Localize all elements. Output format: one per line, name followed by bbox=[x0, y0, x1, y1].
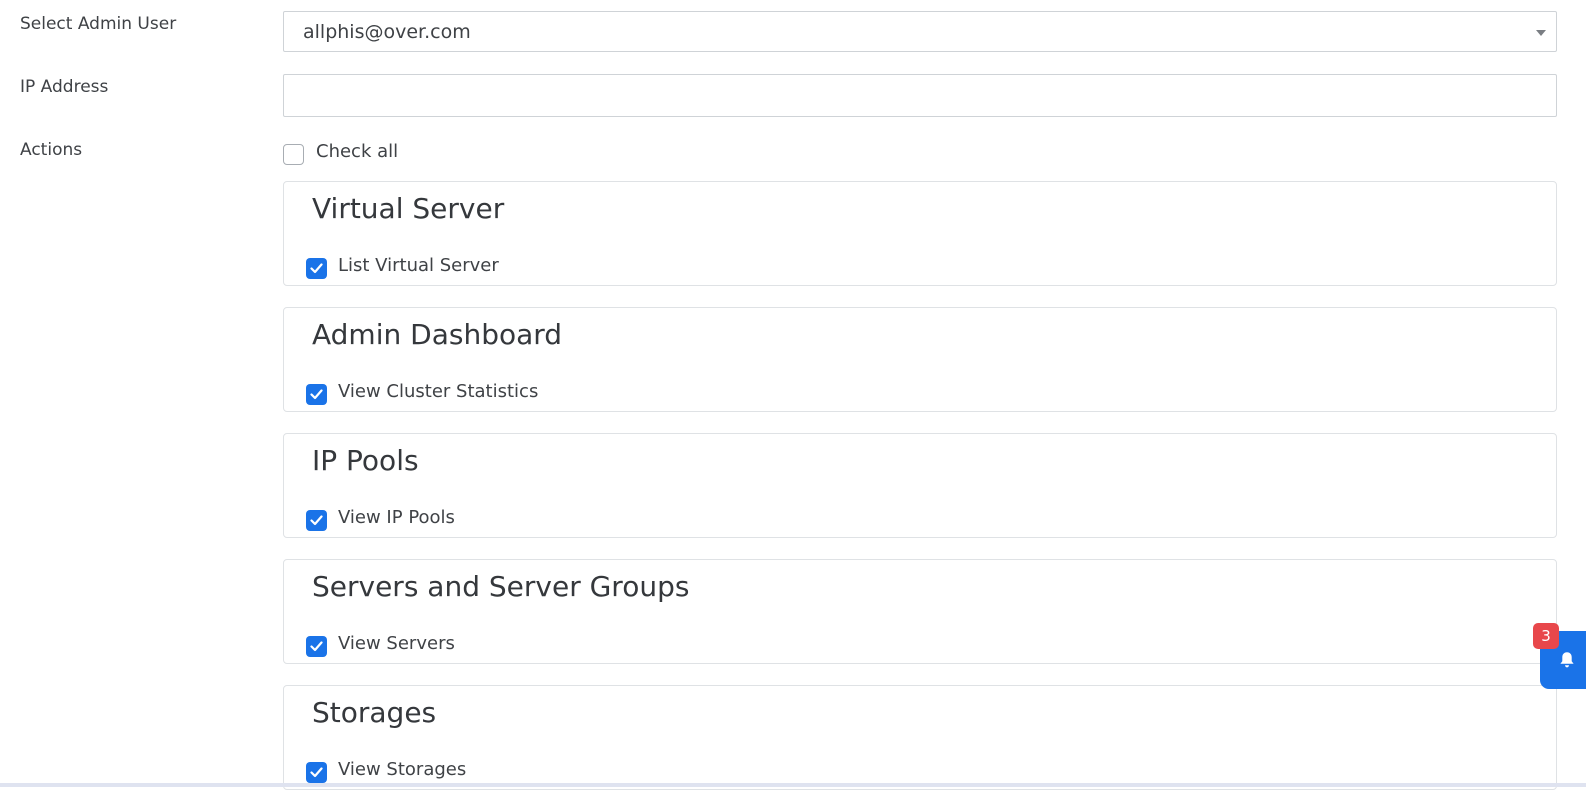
permission-checkbox[interactable] bbox=[306, 762, 327, 783]
permission-checkbox[interactable] bbox=[306, 258, 327, 279]
checkmark-icon bbox=[310, 515, 323, 526]
permission-checkbox[interactable] bbox=[306, 384, 327, 405]
actions-label: Actions bbox=[20, 140, 83, 160]
checkmark-icon bbox=[310, 641, 323, 652]
check-all-label[interactable]: Check all bbox=[316, 141, 398, 162]
permission-checkbox[interactable] bbox=[306, 636, 327, 657]
permission-checkbox[interactable] bbox=[306, 510, 327, 531]
group-title: Storages bbox=[312, 696, 437, 729]
admin-permissions-form: Select Admin User allphis@over.com IP Ad… bbox=[0, 0, 1586, 790]
permission-label[interactable]: List Virtual Server bbox=[338, 255, 499, 276]
group-title: Servers and Server Groups bbox=[312, 570, 690, 603]
chevron-down-icon bbox=[1536, 30, 1546, 36]
checkmark-icon bbox=[310, 767, 323, 778]
permission-group-servers-and-server-groups: Servers and Server Groups View Servers bbox=[283, 559, 1557, 664]
ip-address-input[interactable] bbox=[283, 74, 1557, 117]
check-all-checkbox[interactable] bbox=[283, 144, 304, 165]
checkmark-icon bbox=[310, 389, 323, 400]
select-admin-user-label: Select Admin User bbox=[20, 14, 177, 34]
permission-group-ip-pools: IP Pools View IP Pools bbox=[283, 433, 1557, 538]
group-title: Virtual Server bbox=[312, 192, 505, 225]
bell-icon bbox=[1560, 652, 1574, 668]
admin-user-select-value: allphis@over.com bbox=[303, 21, 471, 43]
permission-label[interactable]: View Cluster Statistics bbox=[338, 381, 538, 402]
permission-group-admin-dashboard: Admin Dashboard View Cluster Statistics bbox=[283, 307, 1557, 412]
checkmark-icon bbox=[310, 263, 323, 274]
ip-address-label: IP Address bbox=[20, 77, 109, 97]
permission-label[interactable]: View Storages bbox=[338, 759, 466, 780]
group-title: Admin Dashboard bbox=[312, 318, 563, 351]
horizontal-scrollbar[interactable] bbox=[0, 783, 1586, 787]
notification-count-badge: 3 bbox=[1533, 623, 1559, 649]
permission-label[interactable]: View IP Pools bbox=[338, 507, 455, 528]
group-title: IP Pools bbox=[312, 444, 419, 477]
permission-group-virtual-server: Virtual Server List Virtual Server bbox=[283, 181, 1557, 286]
permission-group-storages: Storages View Storages bbox=[283, 685, 1557, 790]
permission-label[interactable]: View Servers bbox=[338, 633, 455, 654]
admin-user-select[interactable]: allphis@over.com bbox=[283, 11, 1557, 52]
